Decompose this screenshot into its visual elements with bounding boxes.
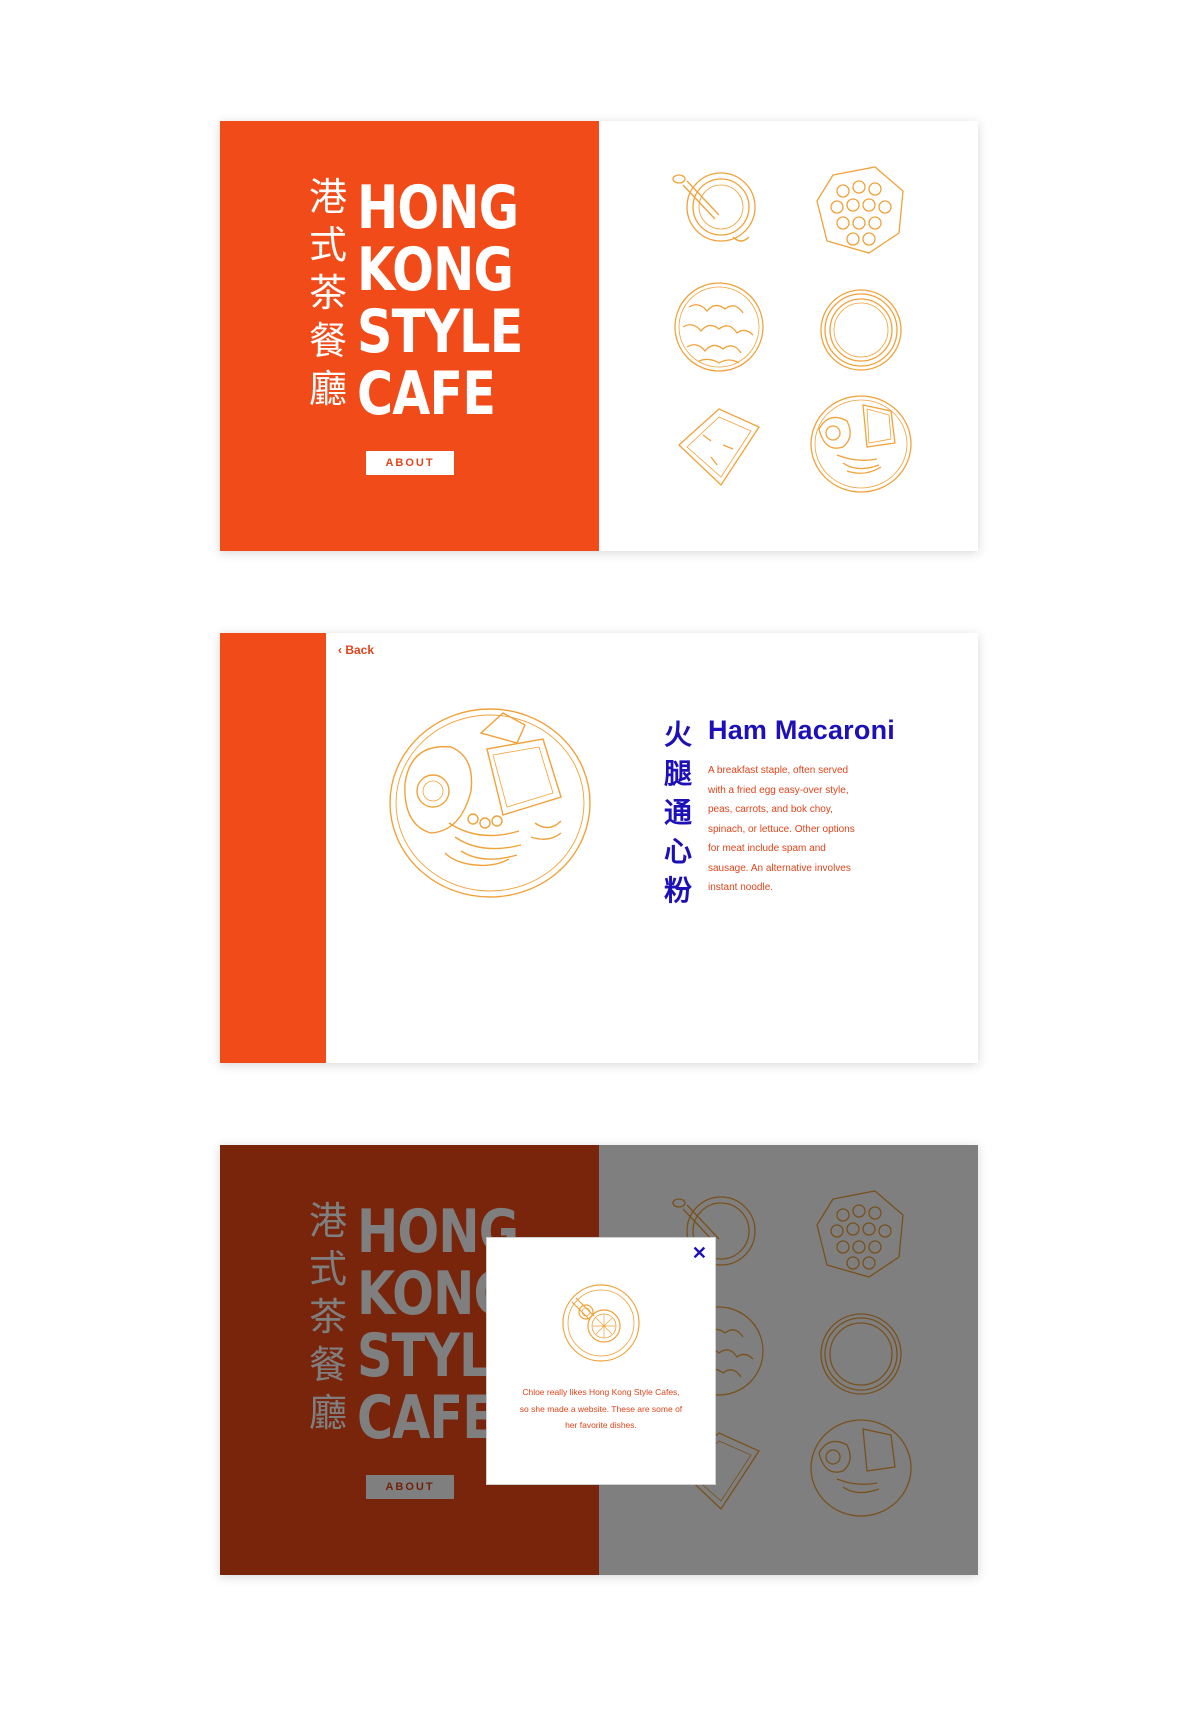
dish-description: A breakfast staple, often served with a … xyxy=(708,765,855,893)
about-modal-screen: 港式茶餐廳 HONG KONG STYLE CAFE ABOUT xyxy=(220,1145,978,1575)
about-text: Chloe really likes Hong Kong Style Cafes… xyxy=(519,1387,683,1430)
title-line-kong: KONG xyxy=(357,235,514,305)
ham-macaroni-icon[interactable] xyxy=(807,391,915,497)
back-link[interactable]: ‹ Back xyxy=(338,643,374,657)
close-icon[interactable]: ✕ xyxy=(692,1244,707,1262)
french-toast-icon[interactable] xyxy=(673,405,767,489)
egg-waffle-icon[interactable] xyxy=(813,161,909,257)
home-screen: 港式茶餐廳 HONG KONG STYLE CAFE ABOUT xyxy=(220,121,978,551)
milk-tea-icon[interactable] xyxy=(663,165,773,255)
title-english: HONG KONG STYLE CAFE xyxy=(357,177,559,425)
side-bar xyxy=(220,633,326,1063)
about-modal: ✕ Chloe really likes Hong Kong Style Caf… xyxy=(486,1237,716,1485)
home-title-panel: 港式茶餐廳 HONG KONG STYLE CAFE ABOUT xyxy=(220,121,599,551)
title-line-style: STYLE xyxy=(357,297,523,367)
about-button[interactable]: ABOUT xyxy=(366,451,454,475)
title-line-cafe: CAFE xyxy=(357,359,496,429)
dish-grid xyxy=(599,121,978,551)
ham-macaroni-illustration xyxy=(385,703,595,903)
egg-tart-icon[interactable] xyxy=(818,287,904,373)
dish-name-chinese: 火腿通心粉 xyxy=(663,718,692,907)
dish-detail-screen: ‹ Back 火腿通心粉 Ham Macaroni A breakfast st… xyxy=(220,633,978,1063)
lemon-tea-icon xyxy=(560,1282,642,1364)
title-line-hong: HONG xyxy=(357,173,519,243)
dish-name-english: Ham Macaroni xyxy=(708,715,895,745)
title-chinese: 港式茶餐廳 xyxy=(308,175,347,411)
pineapple-bun-icon[interactable] xyxy=(669,277,769,377)
